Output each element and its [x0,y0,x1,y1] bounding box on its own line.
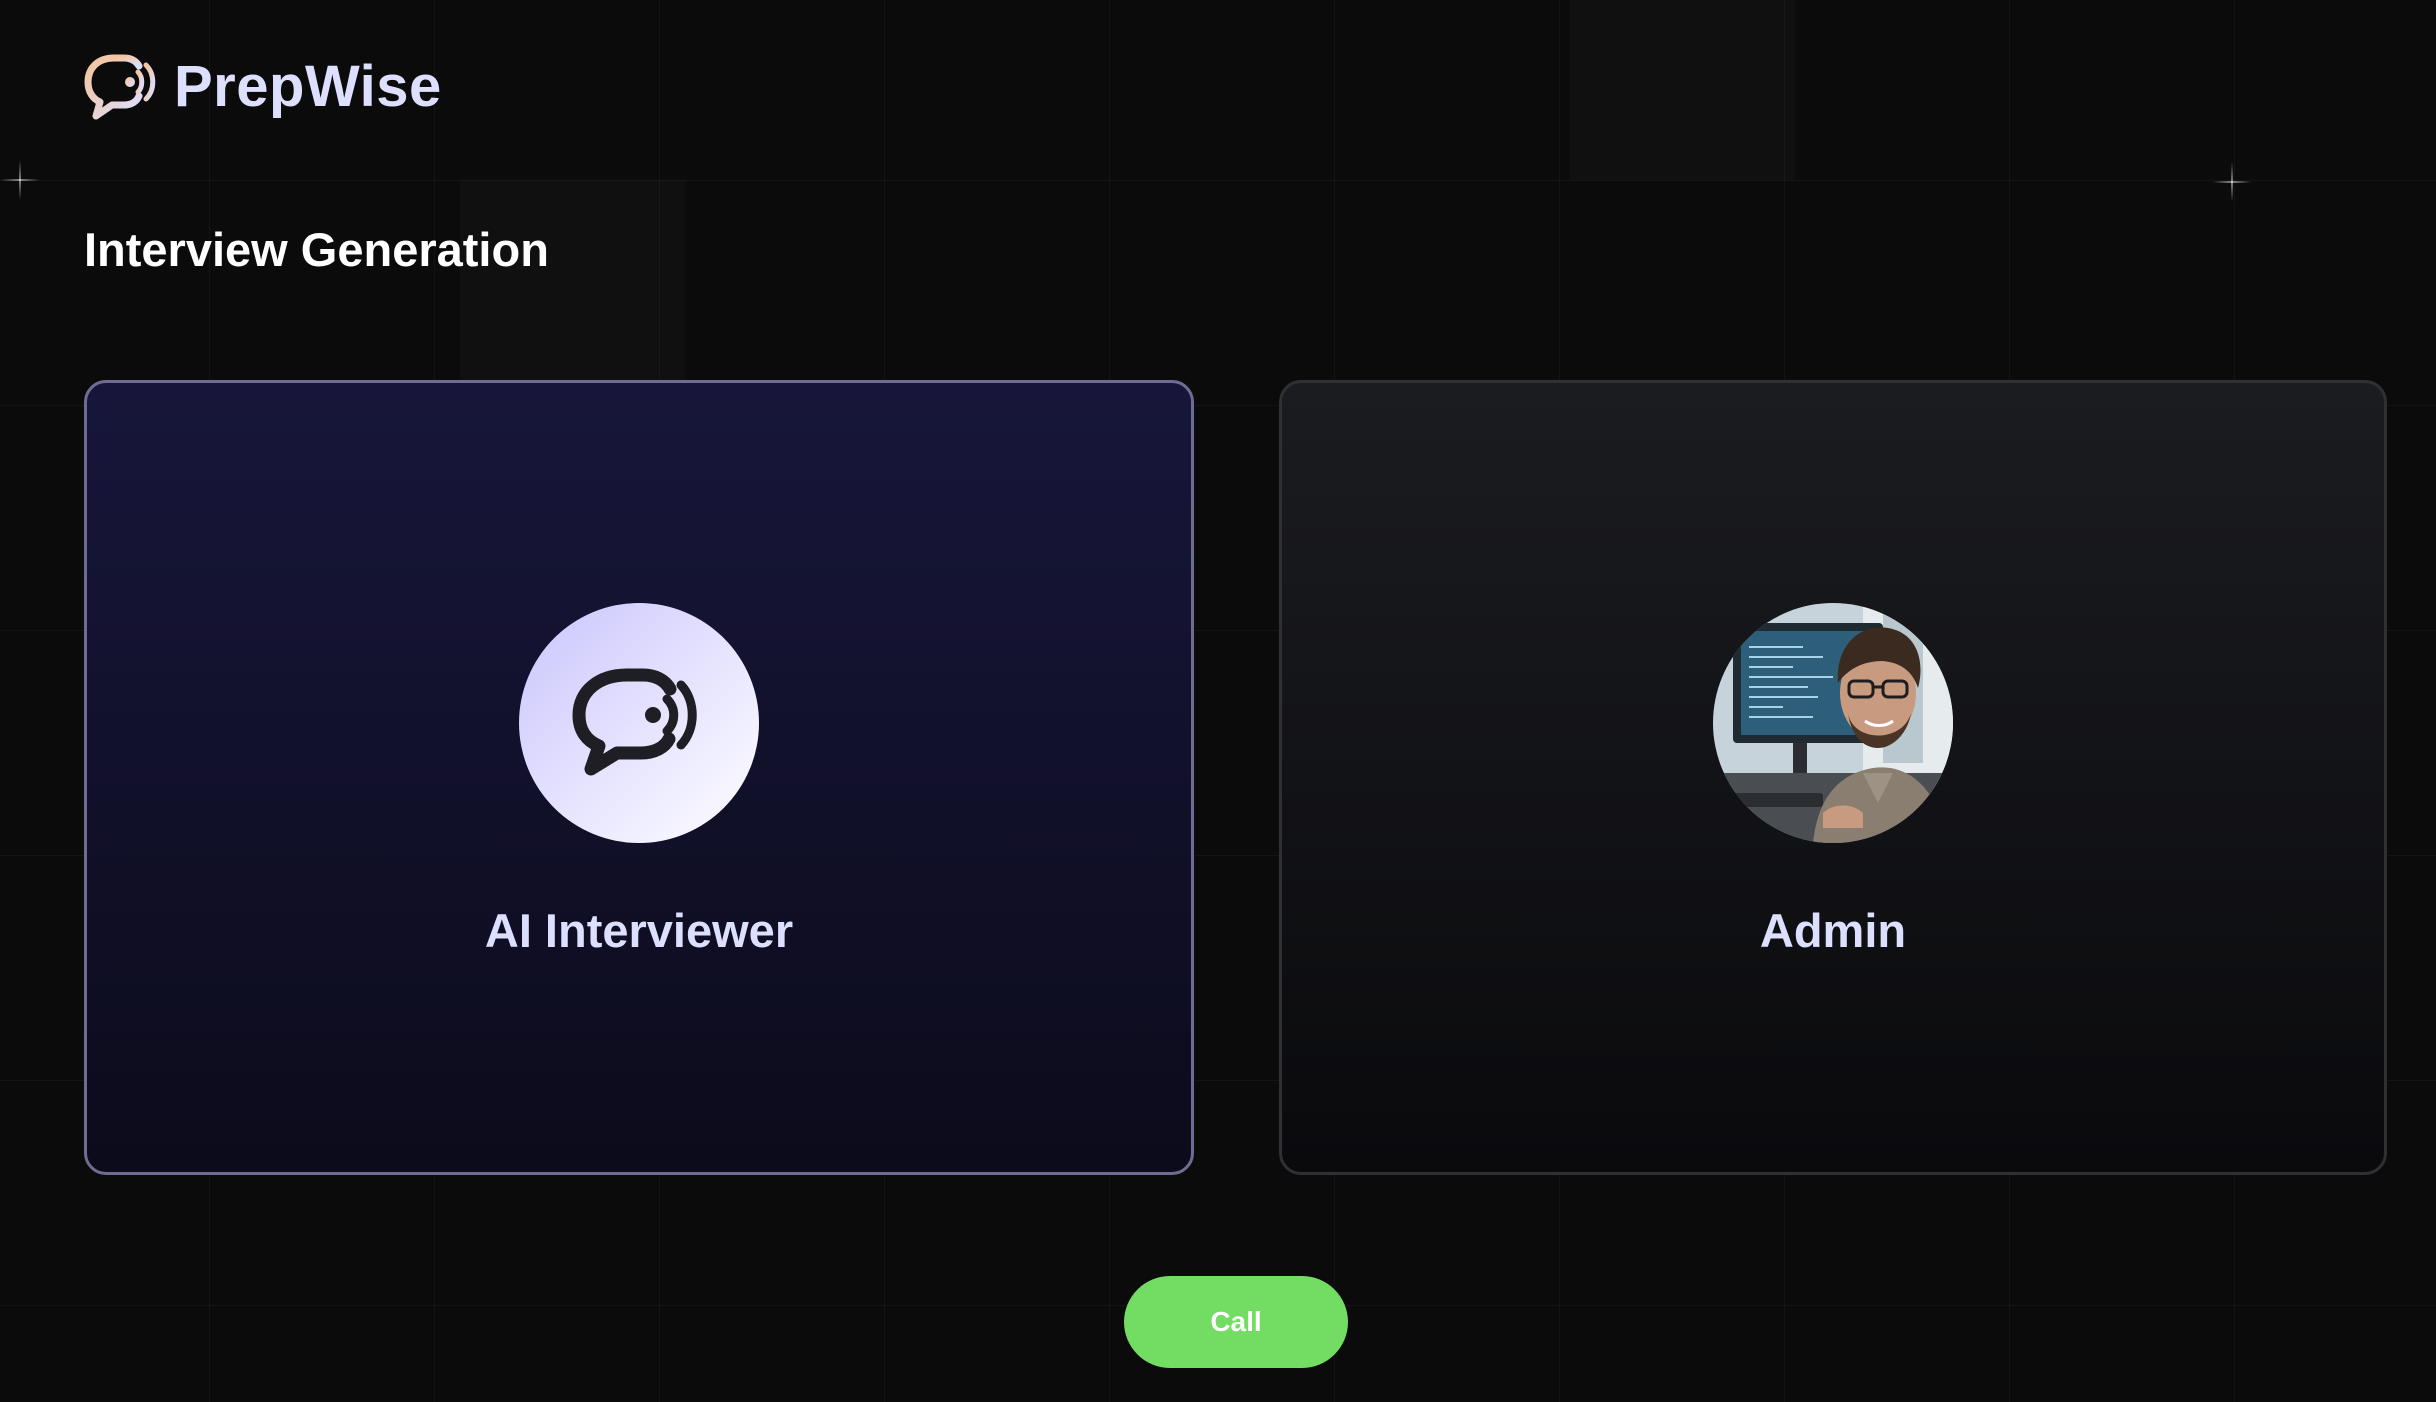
user-label: Admin [1759,904,1907,957]
ai-avatar [519,603,759,843]
background-tile [460,180,685,405]
sparkle-decoration [0,160,40,200]
ai-interviewer-label: AI Interviewer [484,904,794,957]
chat-bubble-sound-icon [572,668,697,776]
brand[interactable]: PrepWise [84,52,442,120]
page-title: Interview Generation [84,223,549,276]
ai-interviewer-card: AI Interviewer [84,380,1194,1175]
user-card: Admin [1279,380,2387,1175]
sparkle-decoration [2212,162,2252,202]
user-photo [1713,603,1953,843]
user-avatar [1713,603,1953,843]
background-tile [1570,0,1795,180]
chat-bubble-sound-icon [84,54,156,120]
call-button[interactable]: Call [1124,1276,1348,1368]
brand-name: PrepWise [174,53,442,119]
